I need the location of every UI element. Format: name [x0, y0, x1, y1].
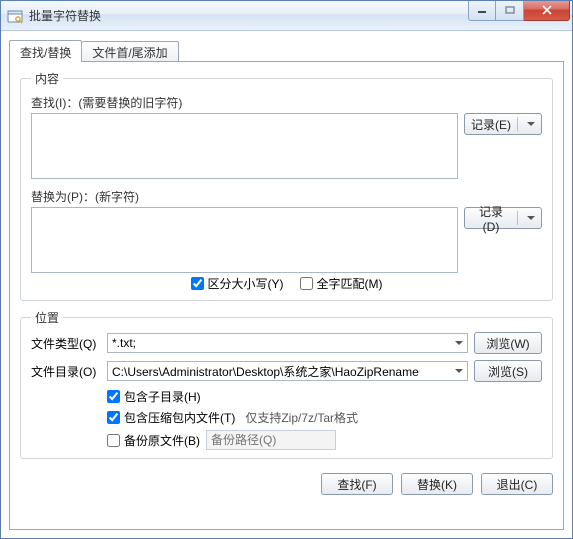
whole-word-input[interactable] [300, 277, 313, 290]
checkbox-label: 备份原文件(B) [124, 432, 200, 449]
file-dir-label: 文件目录(O) [31, 363, 101, 380]
checkbox-label: 包含压缩包内文件(T) [124, 409, 235, 426]
file-type-label: 文件类型(Q) [31, 335, 101, 352]
tab-label: 文件首/尾添加 [92, 46, 167, 60]
case-sensitive-checkbox[interactable]: 区分大小写(Y) [191, 275, 284, 292]
find-input[interactable] [31, 113, 458, 179]
button-label: 替换(K) [417, 476, 457, 493]
button-label: 记录(D) [471, 203, 511, 234]
tab-panel: 内容 查找(I)：(需要替换的旧字符) 记录(E) 替换为(P)：(新字符) [9, 61, 564, 530]
chevron-down-icon[interactable] [451, 334, 467, 352]
file-type-input[interactable] [107, 333, 468, 353]
footer-buttons: 查找(F) 替换(K) 退出(C) [20, 467, 553, 495]
titlebar[interactable]: 批量字符替换 [1, 1, 572, 31]
browse-w-button[interactable]: 浏览(W) [474, 332, 542, 354]
maximize-button[interactable] [496, 1, 524, 21]
backup-path-input [206, 430, 336, 450]
replace-input[interactable] [31, 207, 458, 273]
replace-button[interactable]: 替换(K) [401, 473, 473, 495]
include-subdir-input[interactable] [107, 390, 120, 403]
app-window: 批量字符替换 查找/替换 文件首/尾添加 内容 [0, 0, 573, 539]
tab-find-replace[interactable]: 查找/替换 [9, 40, 82, 62]
record-e-button[interactable]: 记录(E) [464, 113, 542, 135]
checkbox-label: 全字匹配(M) [317, 275, 383, 292]
include-archive-checkbox[interactable]: 包含压缩包内文件(T) 仅支持Zip/7z/Tar格式 [107, 409, 542, 426]
window-controls [468, 1, 570, 21]
include-subdir-checkbox[interactable]: 包含子目录(H) [107, 388, 542, 405]
replace-label: 替换为(P)：(新字符) [31, 187, 139, 205]
include-archive-input[interactable] [107, 411, 120, 424]
content-group: 内容 查找(I)：(需要替换的旧字符) 记录(E) 替换为(P)：(新字符) [20, 70, 553, 301]
backup-original-input[interactable] [107, 434, 120, 447]
whole-word-checkbox[interactable]: 全字匹配(M) [300, 275, 383, 292]
location-group: 位置 文件类型(Q) 浏览(W) 文件目录(O) [20, 309, 553, 459]
record-d-button[interactable]: 记录(D) [464, 207, 542, 229]
chevron-down-icon[interactable] [451, 362, 467, 380]
backup-original-checkbox[interactable]: 备份原文件(B) [107, 432, 200, 449]
app-icon [7, 8, 23, 24]
tab-label: 查找/替换 [20, 46, 71, 60]
checkbox-label: 区分大小写(Y) [208, 275, 284, 292]
find-button[interactable]: 查找(F) [321, 473, 393, 495]
window-title: 批量字符替换 [29, 7, 468, 24]
minimize-button[interactable] [468, 1, 496, 21]
tab-head-tail-append[interactable]: 文件首/尾添加 [82, 41, 178, 61]
file-dir-combo[interactable] [107, 361, 468, 381]
button-label: 退出(C) [497, 476, 538, 493]
file-dir-input[interactable] [107, 361, 468, 381]
close-button[interactable] [524, 1, 570, 21]
browse-s-button[interactable]: 浏览(S) [474, 360, 542, 382]
tabs-strip: 查找/替换 文件首/尾添加 [9, 39, 564, 61]
button-label: 记录(E) [471, 116, 511, 133]
case-sensitive-input[interactable] [191, 277, 204, 290]
archive-hint: 仅支持Zip/7z/Tar格式 [245, 409, 358, 426]
content-legend: 内容 [31, 70, 63, 87]
client-area: 查找/替换 文件首/尾添加 内容 查找(I)：(需要替换的旧字符) 记录(E) [1, 31, 572, 538]
find-label: 查找(I)：(需要替换的旧字符) [31, 93, 182, 111]
exit-button[interactable]: 退出(C) [481, 473, 553, 495]
button-label: 查找(F) [337, 476, 376, 493]
button-label: 浏览(S) [488, 363, 528, 380]
button-label: 浏览(W) [486, 335, 529, 352]
location-legend: 位置 [31, 309, 63, 326]
file-type-combo[interactable] [107, 333, 468, 353]
checkbox-label: 包含子目录(H) [124, 388, 201, 405]
